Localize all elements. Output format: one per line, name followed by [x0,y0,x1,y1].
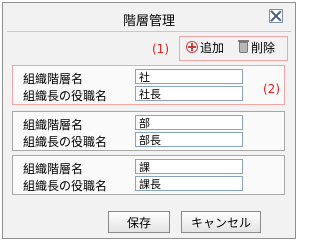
add-icon [186,41,198,53]
add-button-label: 追加 [200,40,225,55]
org-head-title-input[interactable] [135,132,243,147]
org-level-name-input[interactable] [135,69,243,84]
callout-1: (1) [152,42,169,56]
org-head-title-input[interactable] [135,176,243,191]
org-head-title-label: 組織長の役職名 [23,89,108,103]
toolbar: (1) 追加 削除 [3,35,295,61]
callout-2: (2) [263,82,280,96]
hierarchy-group-3: 組織階層名 組織長の役職名 [12,155,285,195]
hierarchy-group-1: 組織階層名 組織長の役職名 (2) [12,65,285,105]
org-head-title-input[interactable] [135,86,243,101]
hierarchy-group-2: 組織階層名 組織長の役職名 [12,111,285,151]
close-icon[interactable] [269,9,283,23]
cancel-button[interactable]: キャンセル [181,211,261,233]
org-level-name-label: 組織階層名 [23,162,84,176]
add-button[interactable]: 追加 [186,39,224,55]
trash-icon [238,39,249,53]
org-level-name-label: 組織階層名 [23,72,84,86]
org-level-name-label: 組織階層名 [23,118,84,132]
org-level-name-input[interactable] [135,159,243,174]
hierarchy-dialog: 階層管理 (1) 追加 削除 組織階層名 組織長の役職名 (2) 組織階層名 組… [2,2,296,239]
delete-button-label: 削除 [251,40,276,55]
org-head-title-label: 組織長の役職名 [23,135,108,149]
title-bar: 階層管理 [3,3,295,31]
org-head-title-label: 組織長の役職名 [23,179,108,193]
title-separator [7,31,291,32]
dialog-title: 階層管理 [122,14,175,29]
delete-button[interactable]: 削除 [238,39,276,55]
save-button[interactable]: 保存 [108,211,170,233]
org-level-name-input[interactable] [135,115,243,130]
